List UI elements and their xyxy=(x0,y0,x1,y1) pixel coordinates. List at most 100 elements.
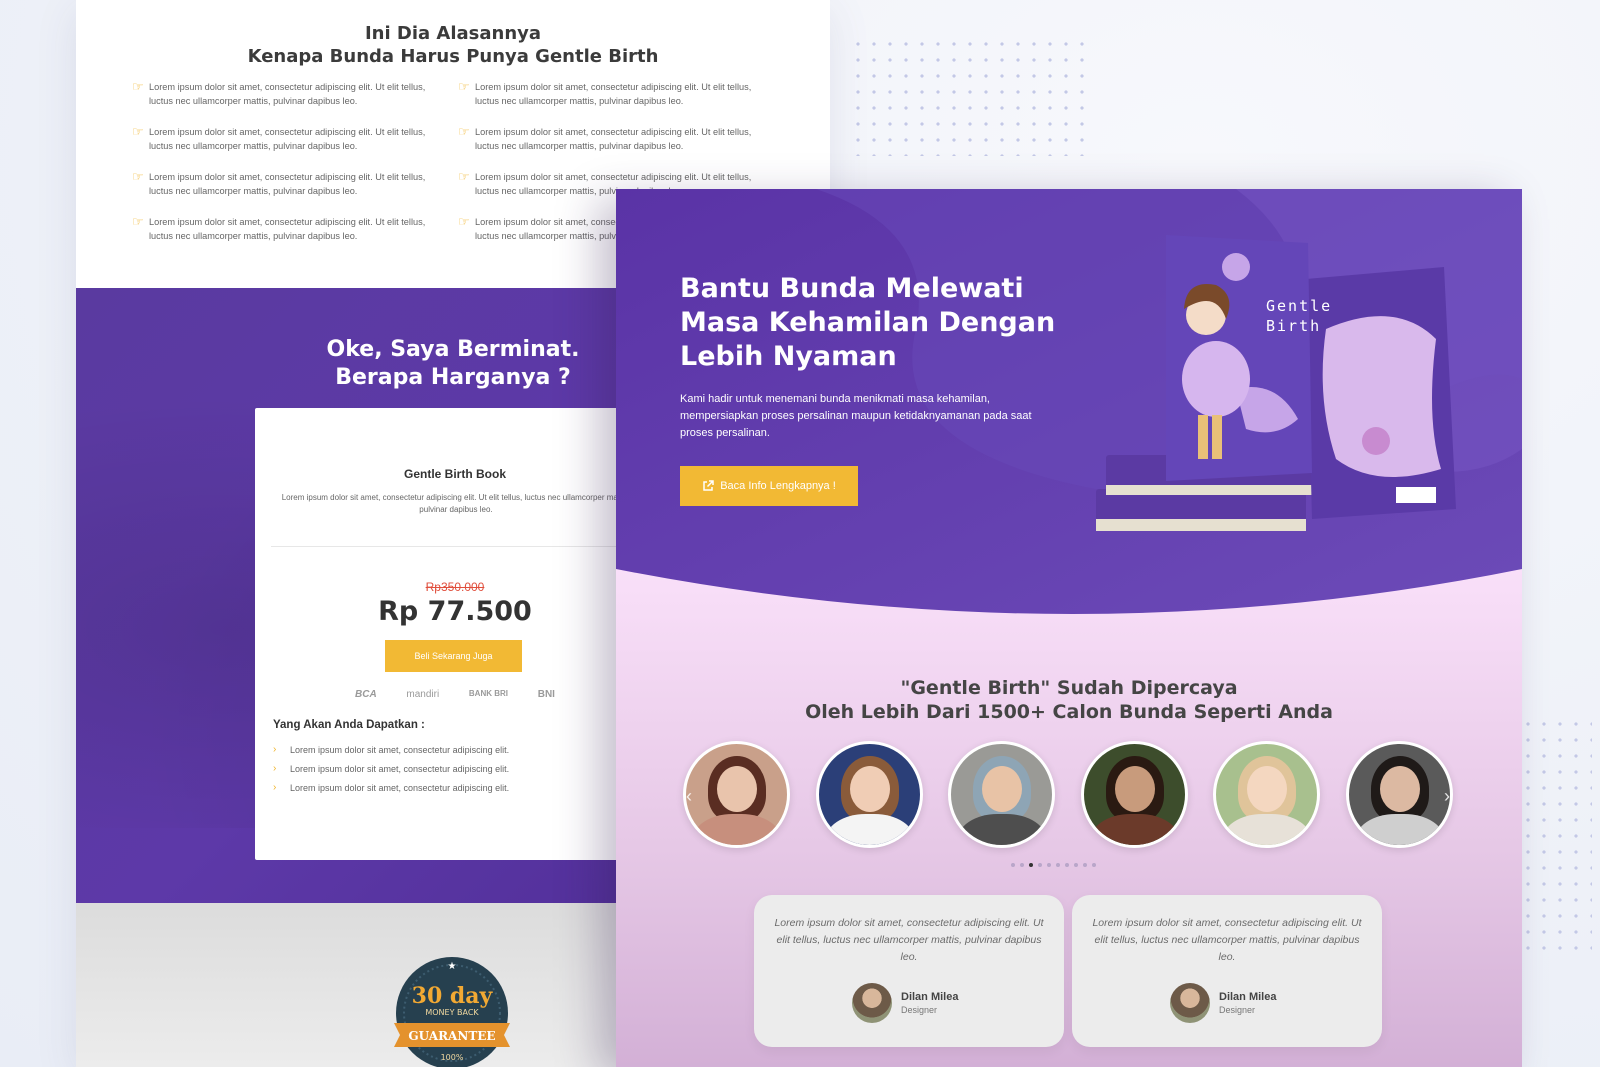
testimonial-author: Dilan Milea Designer xyxy=(852,983,958,1023)
dot-pattern-right xyxy=(1520,716,1592,956)
carousel-dot[interactable] xyxy=(1020,863,1024,867)
trust-section-title: "Gentle Birth" Sudah Dipercaya Oleh Lebi… xyxy=(616,676,1522,724)
product-description: Lorem ipsum dolor sit amet, consectetur … xyxy=(281,493,631,514)
reason-text: Lorem ipsum dolor sit amet, consectetur … xyxy=(149,172,426,196)
buy-now-button[interactable]: Beli Sekarang Juga xyxy=(385,640,522,672)
testimonial-author: Dilan Milea Designer xyxy=(1170,983,1276,1023)
carousel-pagination xyxy=(1011,863,1096,867)
reasons-title-line-2: Kenapa Bunda Harus Punya Gentle Birth xyxy=(247,46,659,67)
benefit-text: Lorem ipsum dolor sit amet, consectetur … xyxy=(290,763,510,774)
customer-avatar-carousel xyxy=(683,741,1453,851)
avatar xyxy=(1170,983,1210,1023)
trust-title-line-2: Oleh Lebih Dari 1500+ Calon Bunda Sepert… xyxy=(805,701,1333,723)
benefit-item: › Lorem ipsum dolor sit amet, consectetur… xyxy=(273,740,509,759)
hand-point-icon: ☞ xyxy=(458,169,470,184)
carousel-dot[interactable] xyxy=(1047,863,1051,867)
benefit-text: Lorem ipsum dolor sit amet, consectetur … xyxy=(290,782,510,793)
bank-logo-bca: BCA xyxy=(355,689,377,700)
dot-pattern-top xyxy=(850,36,1090,156)
benefits-list: › Lorem ipsum dolor sit amet, consectetur… xyxy=(273,740,509,797)
hero-description: Kami hadir untuk menemani bunda menikmat… xyxy=(680,393,1032,439)
card-divider xyxy=(271,546,639,547)
pricing-card: Gentle Birth Book Lorem ipsum dolor sit … xyxy=(255,408,655,860)
reason-text: Lorem ipsum dolor sit amet, consectetur … xyxy=(149,127,426,151)
carousel-dot[interactable] xyxy=(1011,863,1015,867)
hero-title: Bantu Bunda Melewati Masa Kehamilan Deng… xyxy=(680,272,1060,374)
reason-text: Lorem ipsum dolor sit amet, consectetur … xyxy=(475,127,752,151)
hero-title-line-2: Masa Kehamilan Dengan xyxy=(680,307,1056,338)
reason-item: ☞ Lorem ipsum dolor sit amet, consectetur… xyxy=(132,125,458,155)
book-cover-title-line-2: Birth xyxy=(1266,317,1321,335)
landing-page-preview-right: Bantu Bunda Melewati Masa Kehamilan Deng… xyxy=(616,189,1522,1067)
benefits-title: Yang Akan Anda Dapatkan : xyxy=(273,719,425,731)
testimonial-quote: Lorem ipsum dolor sit amet, consectetur … xyxy=(1092,917,1362,963)
hand-point-icon: ☞ xyxy=(132,214,144,229)
carousel-prev-arrow-icon[interactable]: ‹ xyxy=(686,786,692,807)
hand-point-icon: ☞ xyxy=(458,124,470,139)
customer-avatar xyxy=(1080,741,1188,848)
reasons-title: Ini Dia Alasannya Kenapa Bunda Harus Pun… xyxy=(76,22,830,68)
trust-title-line-1: "Gentle Birth" Sudah Dipercaya xyxy=(900,677,1238,699)
reason-item: ☞ Lorem ipsum dolor sit amet, consectetur… xyxy=(458,125,768,155)
old-price: Rp350.000 xyxy=(425,580,485,594)
badge-days-text: 30 day xyxy=(412,983,494,1009)
book-mockup-image: Gentle Birth xyxy=(1096,235,1456,531)
customer-avatar xyxy=(1213,741,1321,848)
badge-money-back-text: MONEY BACK xyxy=(425,1008,479,1017)
reason-item: ☞ Lorem ipsum dolor sit amet, consectetur… xyxy=(132,80,458,110)
carousel-dot-active[interactable] xyxy=(1029,863,1033,867)
customer-avatar xyxy=(1345,741,1453,848)
benefit-text: Lorem ipsum dolor sit amet, consectetur … xyxy=(290,744,510,755)
star-icon: ★ xyxy=(448,961,457,972)
author-role: Designer xyxy=(1219,1005,1256,1015)
reasons-title-line-1: Ini Dia Alasannya xyxy=(364,23,542,44)
author-name: Dilan Milea xyxy=(901,991,959,1003)
bank-logos: BCA mandiri BANK BRI BNI xyxy=(355,689,555,700)
carousel-dot[interactable] xyxy=(1074,863,1078,867)
reason-item: ☞ Lorem ipsum dolor sit amet, consectetur… xyxy=(132,170,458,200)
testimonial-quote: Lorem ipsum dolor sit amet, consectetur … xyxy=(774,917,1044,963)
benefit-item: › Lorem ipsum dolor sit amet, consectetur… xyxy=(273,778,509,797)
reason-text: Lorem ipsum dolor sit amet, consectetur … xyxy=(149,217,426,241)
hand-point-icon: ☞ xyxy=(132,79,144,94)
chevron-right-icon: › xyxy=(273,744,277,755)
carousel-next-arrow-icon[interactable]: › xyxy=(1444,786,1450,807)
carousel-dot[interactable] xyxy=(1056,863,1060,867)
author-name: Dilan Milea xyxy=(1219,991,1277,1003)
hero-title-line-1: Bantu Bunda Melewati xyxy=(680,273,1024,304)
money-back-guarantee-badge: ★ 30 day MONEY BACK GUARANTEE 100% xyxy=(394,957,510,1067)
hand-point-icon: ☞ xyxy=(132,169,144,184)
carousel-dot[interactable] xyxy=(1065,863,1069,867)
customer-avatar xyxy=(683,741,790,848)
badge-percent-text: 100% xyxy=(441,1053,464,1062)
testimonial-card: Lorem ipsum dolor sit amet, consectetur … xyxy=(754,895,1064,1047)
hand-point-icon: ☞ xyxy=(458,214,470,229)
product-title: Gentle Birth Book xyxy=(403,467,506,481)
reason-item: ☞ Lorem ipsum dolor sit amet, consectetur… xyxy=(132,215,458,245)
hand-point-icon: ☞ xyxy=(132,124,144,139)
carousel-dot[interactable] xyxy=(1083,863,1087,867)
reason-text: Lorem ipsum dolor sit amet, consectetur … xyxy=(475,82,752,106)
customer-avatar xyxy=(815,741,923,848)
customer-avatar xyxy=(948,741,1056,848)
chevron-right-icon: › xyxy=(273,763,277,774)
new-price: Rp 77.500 xyxy=(378,596,532,627)
read-more-label: Baca Info Lengkapnya ! xyxy=(720,480,836,492)
book-cover-title-line-1: Gentle xyxy=(1266,297,1332,315)
avatar xyxy=(852,983,892,1023)
benefit-item: › Lorem ipsum dolor sit amet, consectetur… xyxy=(273,759,509,778)
bank-logo-bni: BNI xyxy=(537,689,555,700)
badge-guarantee-text: GUARANTEE xyxy=(408,1029,495,1043)
carousel-dot[interactable] xyxy=(1038,863,1042,867)
reason-text: Lorem ipsum dolor sit amet, consectetur … xyxy=(149,82,426,106)
bank-logo-mandiri: mandiri xyxy=(406,689,440,700)
external-link-icon xyxy=(703,480,714,491)
bank-logo-bri: BANK BRI xyxy=(468,689,509,698)
read-more-button[interactable]: Baca Info Lengkapnya ! xyxy=(680,466,858,506)
chevron-right-icon: › xyxy=(273,782,277,793)
hand-point-icon: ☞ xyxy=(458,79,470,94)
reason-item: ☞ Lorem ipsum dolor sit amet, consectetur… xyxy=(458,80,768,110)
hero-title-line-3: Lebih Nyaman xyxy=(680,341,897,372)
carousel-dot[interactable] xyxy=(1092,863,1096,867)
author-role: Designer xyxy=(901,1005,938,1015)
